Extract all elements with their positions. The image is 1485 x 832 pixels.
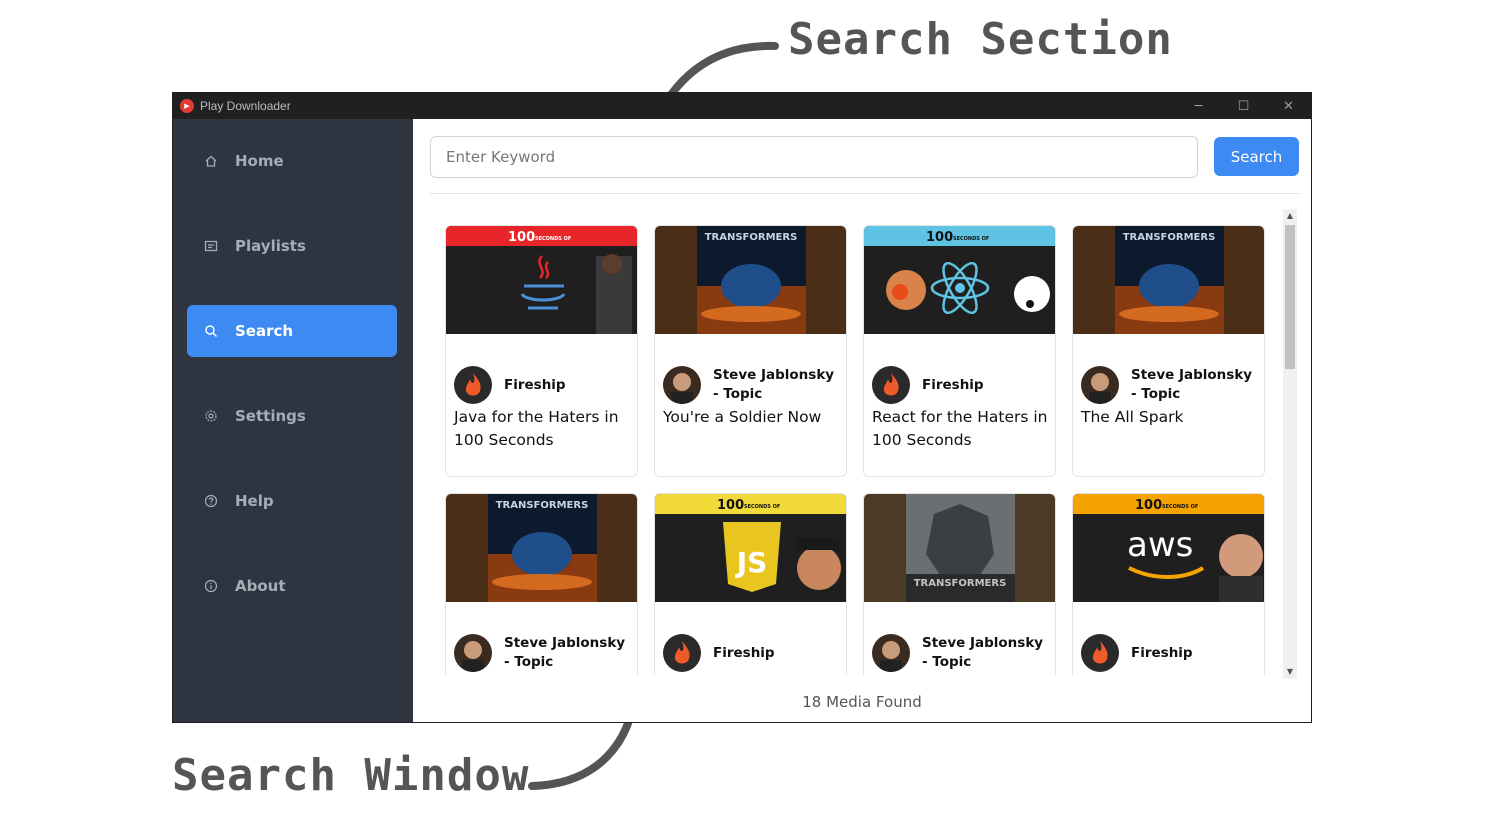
channel-row: Fireship — [1081, 632, 1261, 674]
channel-name: Steve Jablonsky - Topic — [1131, 367, 1253, 402]
thumb-transformers: TRANSFORMERS — [1123, 232, 1216, 243]
search-icon — [203, 323, 219, 339]
steve-avatar — [663, 366, 701, 404]
result-card[interactable]: 100 SECONDS OF aws Fireship — [1072, 493, 1265, 675]
app-logo-icon: ▶ — [180, 99, 194, 113]
thumb-transformers: TRANSFORMERS — [496, 500, 589, 511]
thumb-seconds-of: SECONDS OF — [1162, 504, 1198, 510]
sidebar-item-home[interactable]: Home — [187, 135, 397, 187]
gear-icon — [203, 408, 219, 424]
channel-row: Fireship — [663, 632, 843, 674]
annotation-search-window: Search Window — [172, 750, 530, 801]
channel-name: Steve Jablonsky - Topic — [922, 635, 1044, 670]
results-scrollbar[interactable]: ▲ ▼ — [1283, 209, 1297, 679]
steve-avatar — [1081, 366, 1119, 404]
video-title: Java for the Haters in 100 Seconds — [454, 408, 619, 449]
channel-row: Steve Jablonsky - Topic — [872, 632, 1052, 674]
sidebar-item-help[interactable]: Help — [187, 475, 397, 527]
video-thumbnail: TRANSFORMERS — [864, 494, 1055, 602]
annotation-search-section: Search Section — [788, 14, 1173, 65]
video-thumbnail: TRANSFORMERS — [1073, 226, 1264, 334]
playlist-icon — [203, 238, 219, 254]
scroll-down-icon[interactable]: ▼ — [1285, 667, 1295, 677]
result-card[interactable]: TRANSFORMERS Steve Jablonsky - Topic The… — [1072, 225, 1265, 477]
main-panel: Search 100 SECONDS OF — [413, 119, 1311, 722]
sidebar-item-label: Settings — [235, 407, 306, 425]
sidebar-item-label: Home — [235, 152, 284, 170]
window-controls: ─ ☐ ✕ — [1176, 93, 1311, 119]
divider — [430, 193, 1299, 194]
sidebar: Home Playlists Search Settings Help Abou… — [173, 119, 413, 722]
results-grid: 100 SECONDS OF Fireship Java for the Hat… — [445, 225, 1277, 675]
channel-name: Fireship — [713, 644, 775, 661]
results-count: 18 Media Found — [802, 693, 922, 711]
fireship-avatar — [663, 634, 701, 672]
sidebar-item-search[interactable]: Search — [187, 305, 397, 357]
channel-row: Steve Jablonsky - Topic — [663, 364, 843, 406]
result-card[interactable]: 100 SECONDS OF JS Fireship — [654, 493, 847, 675]
title-bar: ▶ Play Downloader ─ ☐ ✕ — [173, 93, 1311, 119]
thumb-hundred: 100 — [1135, 498, 1162, 513]
channel-name: Fireship — [504, 376, 566, 393]
scroll-thumb[interactable] — [1285, 225, 1295, 369]
thumb-hundred: 100 — [717, 498, 744, 513]
fireship-avatar — [454, 366, 492, 404]
channel-row: Steve Jablonsky - Topic — [1081, 364, 1261, 406]
minimize-button[interactable]: ─ — [1176, 93, 1221, 119]
fireship-avatar — [1081, 634, 1119, 672]
channel-name: Steve Jablonsky - Topic — [504, 635, 626, 670]
sidebar-item-label: Search — [235, 322, 294, 340]
thumb-transformers: TRANSFORMERS — [914, 578, 1007, 589]
video-thumbnail: 100 SECONDS OF — [864, 226, 1055, 334]
window-title: Play Downloader — [200, 99, 291, 113]
channel-name: Steve Jablonsky - Topic — [713, 367, 835, 402]
sidebar-item-label: Playlists — [235, 237, 306, 255]
help-icon — [203, 493, 219, 509]
search-input[interactable] — [430, 136, 1198, 178]
result-card[interactable]: TRANSFORMERS Steve Jablonsky - Topic You… — [654, 225, 847, 477]
thumb-seconds-of: SECONDS OF — [953, 236, 989, 242]
result-card[interactable]: TRANSFORMERS Steve Jablonsky - Topic — [863, 493, 1056, 675]
video-thumbnail: 100 SECONDS OF JS — [655, 494, 846, 602]
thumb-aws: aws — [1127, 525, 1193, 565]
close-button[interactable]: ✕ — [1266, 93, 1311, 119]
thumb-seconds-of: SECONDS OF — [744, 504, 780, 510]
result-card[interactable]: 100 SECONDS OF Fireship Java for the Hat… — [445, 225, 638, 477]
video-title: The All Spark — [1081, 408, 1184, 426]
sidebar-item-about[interactable]: About — [187, 560, 397, 612]
sidebar-item-label: About — [235, 577, 286, 595]
thumb-js: JS — [735, 546, 768, 579]
video-title: React for the Haters in 100 Seconds — [872, 408, 1048, 449]
video-title: You're a Soldier Now — [663, 408, 822, 426]
sidebar-item-settings[interactable]: Settings — [187, 390, 397, 442]
video-thumbnail: 100 SECONDS OF aws — [1073, 494, 1264, 602]
maximize-button[interactable]: ☐ — [1221, 93, 1266, 119]
info-icon — [203, 578, 219, 594]
channel-name: Fireship — [922, 376, 984, 393]
video-thumbnail: 100 SECONDS OF — [446, 226, 637, 334]
thumb-hundred: 100 — [926, 230, 953, 245]
fireship-avatar — [872, 366, 910, 404]
sidebar-item-label: Help — [235, 492, 274, 510]
thumb-hundred: 100 — [508, 230, 535, 245]
thumb-seconds-of: SECONDS OF — [535, 236, 571, 242]
video-thumbnail: TRANSFORMERS — [446, 494, 637, 602]
app-window: ▶ Play Downloader ─ ☐ ✕ Home Playlists S… — [172, 92, 1312, 723]
channel-row: Fireship — [454, 364, 634, 406]
video-thumbnail: TRANSFORMERS — [655, 226, 846, 334]
result-card[interactable]: TRANSFORMERS Steve Jablonsky - Topic — [445, 493, 638, 675]
steve-avatar — [872, 634, 910, 672]
channel-row: Fireship — [872, 364, 1052, 406]
sidebar-item-playlists[interactable]: Playlists — [187, 220, 397, 272]
search-button[interactable]: Search — [1214, 137, 1299, 176]
channel-name: Fireship — [1131, 644, 1193, 661]
thumb-transformers: TRANSFORMERS — [705, 232, 798, 243]
scroll-up-icon[interactable]: ▲ — [1285, 211, 1295, 221]
result-card[interactable]: 100 SECONDS OF Fireship React for the Ha… — [863, 225, 1056, 477]
channel-row: Steve Jablonsky - Topic — [454, 632, 634, 674]
home-icon — [203, 153, 219, 169]
steve-avatar — [454, 634, 492, 672]
